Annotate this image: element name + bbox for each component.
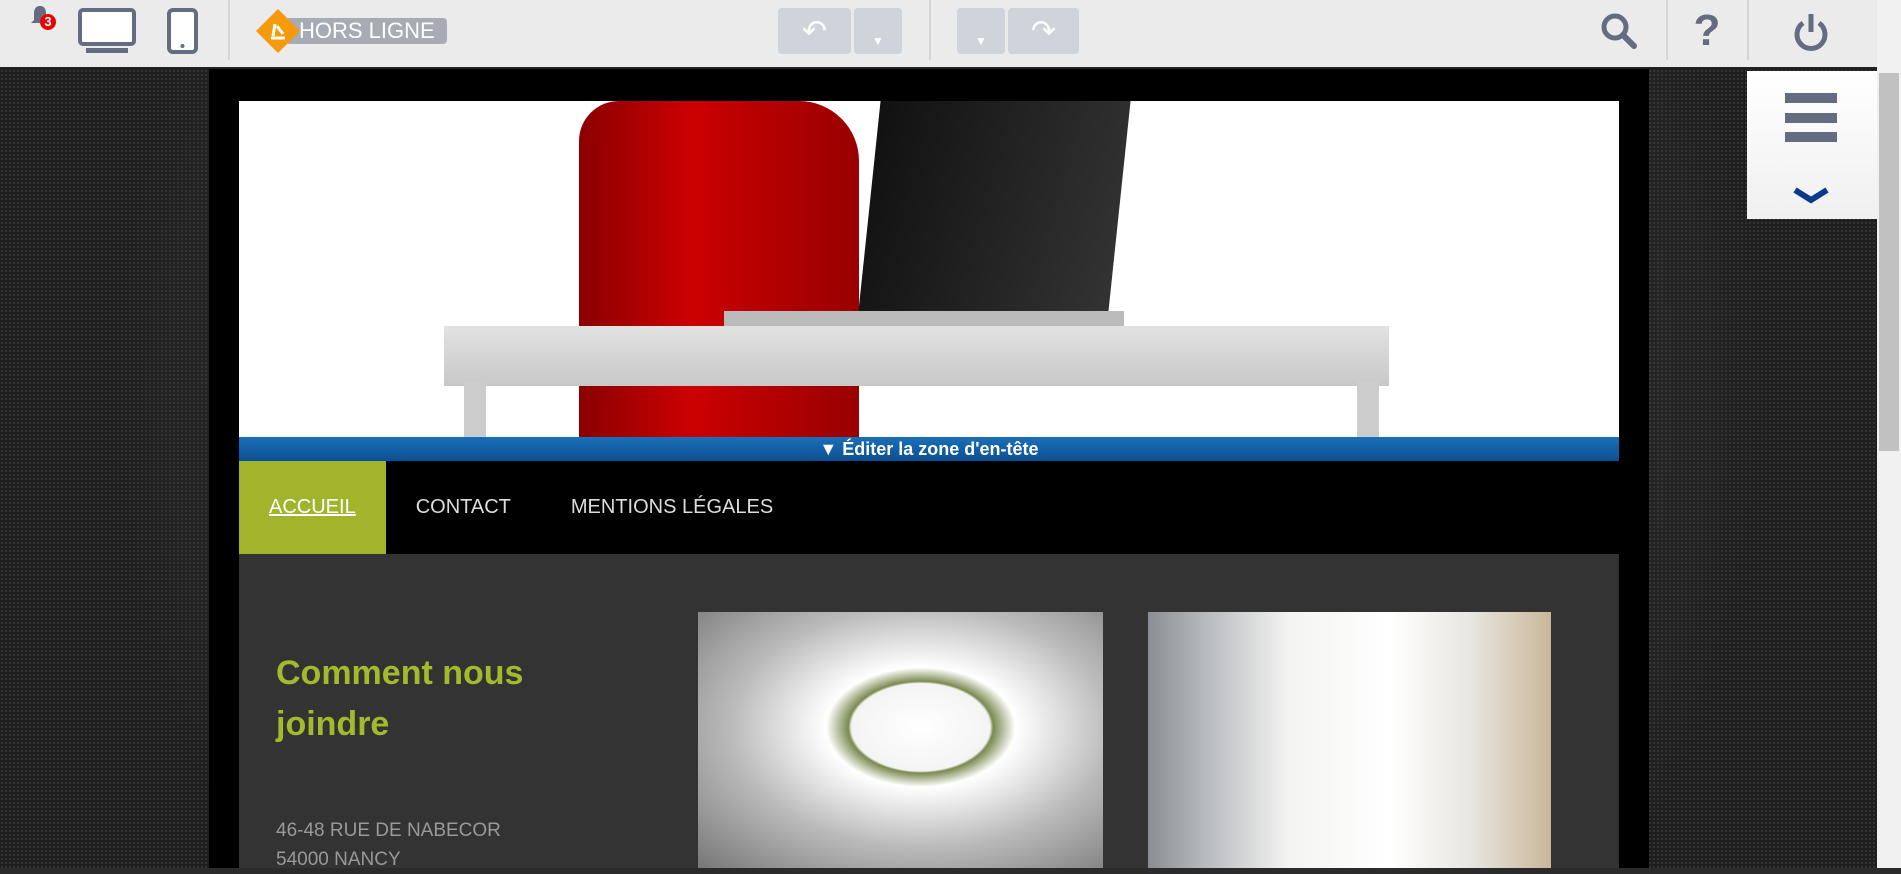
nav-item-mentions-legales[interactable]: MENTIONS LÉGALES — [541, 461, 803, 554]
address-line: 54000 NANCY — [276, 849, 401, 870]
mobile-view-button[interactable] — [167, 8, 198, 54]
divider — [228, 0, 230, 60]
offline-worker-icon — [256, 9, 300, 53]
header-image[interactable] — [239, 101, 1619, 437]
divider — [1747, 0, 1749, 60]
undo-history-dropdown[interactable]: ▼ — [854, 8, 902, 54]
search-button[interactable] — [1595, 8, 1643, 54]
logout-button[interactable] — [1789, 10, 1833, 54]
notification-badge: 3 — [40, 14, 56, 30]
undo-icon: ↶ — [801, 14, 828, 48]
nav-item-accueil[interactable]: ACCUEIL — [239, 461, 386, 554]
food-plates-image — [698, 612, 1103, 868]
search-icon — [1601, 13, 1637, 49]
menu-button[interactable] — [1785, 93, 1837, 143]
desktop-view-button[interactable] — [78, 8, 136, 54]
chevron-down-icon: ▼ — [975, 34, 987, 48]
help-icon: ? — [1693, 6, 1721, 55]
nav-item-contact[interactable]: CONTACT — [386, 461, 541, 554]
hamburger-icon — [1785, 93, 1837, 142]
chevron-down-icon: ▼ — [872, 34, 884, 48]
chef-image — [1148, 612, 1551, 868]
side-menu-panel — [1747, 71, 1877, 219]
divider — [929, 0, 931, 60]
expand-button[interactable] — [1792, 186, 1830, 206]
status-label: HORS LIGNE — [285, 18, 447, 44]
power-icon — [1794, 14, 1828, 51]
redo-button[interactable]: ↷ — [1008, 8, 1079, 54]
address: 46-48 RUE DE NABECOR 54000 NANCY — [276, 816, 501, 874]
main-navigation: ACCUEIL CONTACT MENTIONS LÉGALES — [239, 461, 1619, 554]
section-heading: Comment nous joindre — [276, 654, 524, 743]
help-button[interactable]: ? — [1686, 6, 1728, 55]
editor-toolbar: 3 HORS LIGNE ↶ ▼ ▼ ↷ ? — [0, 0, 1877, 69]
desktop-icon — [78, 8, 136, 53]
redo-icon: ↷ — [1030, 14, 1057, 48]
divider — [1666, 0, 1668, 60]
redo-history-dropdown[interactable]: ▼ — [957, 8, 1005, 54]
scrollbar-thumb[interactable] — [1879, 73, 1899, 451]
offline-status[interactable]: HORS LIGNE — [255, 8, 460, 54]
edit-header-zone-button[interactable]: ▼ Éditer la zone d'en-tête — [239, 437, 1619, 461]
undo-button[interactable]: ↶ — [778, 8, 851, 54]
mobile-icon — [167, 8, 198, 54]
notifications-button[interactable]: 3 — [22, 2, 58, 32]
address-line: 46-48 RUE DE NABECOR — [276, 820, 501, 841]
chevron-down-icon — [1793, 187, 1829, 204]
